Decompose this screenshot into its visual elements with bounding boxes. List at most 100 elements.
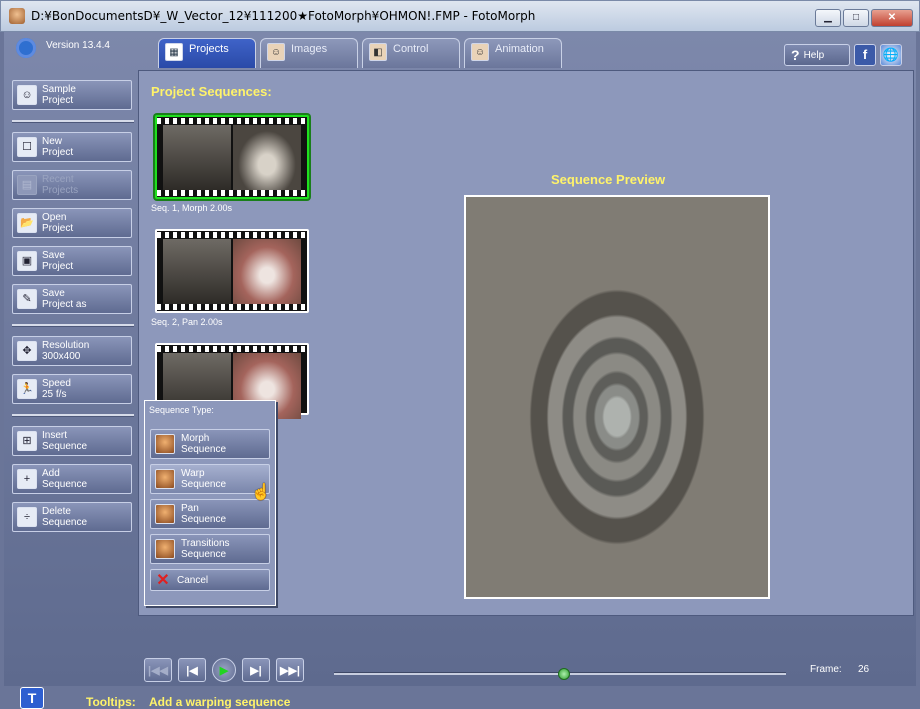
film-perforation [157, 190, 307, 196]
morph-label-2: Sequence [181, 444, 227, 455]
speed-button[interactable]: 🏃 Speed 25 f/s [12, 374, 132, 404]
playback-controls: |◀◀ |◀ ▶ ▶| ▶▶| [144, 658, 304, 682]
save-as-icon: ✎ [17, 289, 37, 309]
sequence-frame-end [233, 239, 301, 305]
open-project-button[interactable]: 📂 Open Project [12, 208, 132, 238]
insert-sequence-button[interactable]: ⊞ Insert Sequence [12, 426, 132, 456]
tab-animation[interactable]: ☺ Animation [464, 38, 562, 68]
sample-label-2: Project [42, 95, 74, 106]
sequence-preview-title: Sequence Preview [551, 172, 666, 187]
first-frame-button[interactable]: |◀◀ [144, 658, 172, 682]
tooltips-label: Tooltips: [86, 695, 136, 709]
previous-frame-button[interactable]: |◀ [178, 658, 206, 682]
close-button[interactable]: ✕ [871, 9, 913, 27]
add-sequence-button[interactable]: + Add Sequence [12, 464, 132, 494]
speed-label-2: 25 f/s [42, 389, 67, 400]
app-client: Version 13.4.4 ▦ Projects ☺ Images ◧ Con… [4, 32, 916, 709]
version-label: Version 13.4.4 [46, 40, 110, 51]
frame-label: Frame: [810, 664, 842, 675]
next-frame-button[interactable]: ▶| [242, 658, 270, 682]
move-arrows-icon: ✥ [17, 341, 37, 361]
maximize-button[interactable]: □ [843, 9, 869, 27]
sequence-caption-1: Seq. 1, Morph 2.00s [151, 203, 233, 213]
play-button[interactable]: ▶ [212, 658, 236, 682]
cancel-button[interactable]: ✕ Cancel [150, 569, 270, 591]
tab-projects[interactable]: ▦ Projects [158, 38, 256, 68]
save-project-as-button[interactable]: ✎ Save Project as [12, 284, 132, 314]
cancel-x-icon: ✕ [156, 571, 170, 589]
delete-label-1: Delete [42, 506, 71, 517]
insert-label-2: Sequence [42, 441, 88, 452]
open-label-1: Open [42, 212, 67, 223]
delete-label-2: Sequence [42, 517, 88, 528]
tab-images[interactable]: ☺ Images [260, 38, 358, 68]
resolution-button[interactable]: ✥ Resolution 300x400 [12, 336, 132, 366]
open-folder-icon: 📂 [17, 213, 37, 233]
save-icon: ▣ [17, 251, 37, 271]
pan-sequence-button[interactable]: Pan Sequence [150, 499, 270, 529]
sequence-thumbnail-1[interactable] [155, 115, 309, 199]
morph-icon [155, 434, 175, 454]
pan-label-1: Pan [181, 503, 199, 514]
runner-icon: 🏃 [17, 379, 37, 399]
frame-value: 26 [858, 664, 870, 675]
sequence-caption-2: Seq. 2, Pan 2.00s [151, 317, 223, 327]
resolution-label-2: 300x400 [42, 351, 81, 362]
insert-label-1: Insert [42, 430, 68, 441]
morph-sequence-button[interactable]: Morph Sequence [150, 429, 270, 459]
tab-control-label: Control [393, 43, 429, 55]
new-project-button[interactable]: ☐ New Project [12, 132, 132, 162]
pan-icon [155, 504, 175, 524]
frame-slider[interactable] [334, 668, 786, 680]
warp-icon [155, 469, 175, 489]
animation-icon: ☺ [471, 43, 489, 61]
pan-label-2: Sequence [181, 514, 227, 525]
divider [12, 120, 134, 123]
recent-projects-button[interactable]: ▤ Recent Projects [12, 170, 132, 200]
title-bar: D:¥BonDocumentsD¥_W_Vector_12¥111200★Fot… [0, 0, 920, 32]
save-project-button[interactable]: ▣ Save Project [12, 246, 132, 276]
recent-label-1: Recent [42, 174, 74, 185]
tooltips-toggle-button[interactable]: T [20, 687, 44, 709]
minimize-button[interactable]: ▁ [815, 9, 841, 27]
help-label: Help [803, 49, 825, 61]
add-icon: + [17, 469, 37, 489]
divider [12, 414, 134, 417]
tab-animation-label: Animation [495, 43, 544, 55]
window-title: D:¥BonDocumentsD¥_W_Vector_12¥111200★Fot… [31, 9, 536, 23]
sequence-thumbnail-2[interactable] [155, 229, 309, 313]
frame-slider-knob[interactable] [558, 668, 571, 680]
sample-project-button[interactable]: ☺ Sample Project [12, 80, 132, 110]
question-icon: ? [791, 47, 800, 63]
tab-projects-label: Projects [189, 43, 229, 55]
sequence-type-popup: Sequence Type: Morph Sequence Warp Sequenc… [144, 400, 276, 606]
tab-control[interactable]: ◧ Control [362, 38, 460, 68]
film-perforation [157, 346, 307, 352]
globe-button[interactable]: 🌐 [880, 44, 902, 66]
tooltip-text: Add a warping sequence [149, 695, 291, 709]
transitions-sequence-button[interactable]: Transitions Sequence [150, 534, 270, 564]
facebook-button[interactable]: f [854, 44, 876, 66]
saveas-label-2: Project as [42, 299, 87, 310]
help-button[interactable]: ? Help [784, 44, 850, 66]
delete-sequence-button[interactable]: ÷ Delete Sequence [12, 502, 132, 532]
sequence-frame-start [163, 125, 231, 191]
new-document-icon: ☐ [17, 137, 37, 157]
sequence-frame-start [163, 239, 231, 305]
app-icon [9, 8, 25, 24]
speed-label-1: Speed [42, 378, 71, 389]
sequence-preview-image [464, 195, 770, 599]
last-frame-button[interactable]: ▶▶| [276, 658, 304, 682]
new-label-1: New [42, 136, 63, 147]
film-perforation [157, 232, 307, 238]
portrait-icon: ☺ [17, 85, 37, 105]
main-tabs: ▦ Projects ☺ Images ◧ Control ☺ Animatio… [158, 38, 562, 68]
add-label-2: Sequence [42, 479, 88, 490]
cancel-label: Cancel [177, 574, 209, 586]
open-label-2: Project [42, 223, 74, 234]
warp-label-2: Sequence [181, 479, 227, 490]
divider [12, 324, 134, 327]
delete-icon: ÷ [17, 507, 37, 527]
recent-label-2: Projects [42, 185, 79, 196]
transitions-label-1: Transitions [181, 538, 230, 549]
